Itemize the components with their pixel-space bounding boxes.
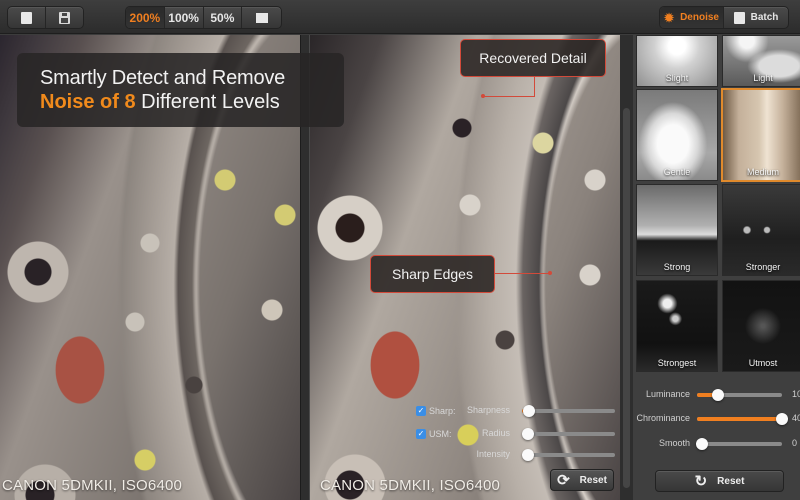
- headline-line2: Noise of 8 Different Levels: [40, 90, 344, 114]
- callout-leader-line: [495, 273, 550, 274]
- sharpness-slider[interactable]: [522, 405, 615, 417]
- level-label: Medium: [746, 167, 779, 177]
- level-label: Light: [753, 73, 773, 83]
- folder-icon: [733, 11, 745, 24]
- level-light[interactable]: Light: [722, 35, 800, 87]
- callout-leader-dot: [548, 271, 552, 275]
- zoom-50-button[interactable]: 50%: [204, 7, 243, 28]
- headline-banner: Smartly Detect and Remove Noise of 8 Dif…: [17, 53, 344, 127]
- denoise-reset-label: Reset: [717, 475, 745, 487]
- level-strong[interactable]: Strong: [636, 184, 718, 276]
- level-utmost[interactable]: Utmost: [722, 280, 800, 372]
- slider-knob[interactable]: [522, 428, 534, 440]
- save-icon: [58, 11, 70, 24]
- luminance-label: Luminance: [645, 389, 690, 399]
- tab-denoise[interactable]: ✹ Denoise: [660, 7, 724, 28]
- fit-screen-button[interactable]: [242, 7, 281, 28]
- luminance-value: 10: [792, 389, 800, 399]
- save-button[interactable]: [46, 7, 84, 28]
- open-button[interactable]: [8, 7, 46, 28]
- intensity-slider[interactable]: [522, 449, 615, 461]
- smooth-value: 0: [792, 438, 798, 448]
- sharp-checkbox[interactable]: ✓: [416, 406, 426, 416]
- file-button-group: [7, 6, 84, 29]
- scrollbar-thumb[interactable]: [623, 108, 630, 488]
- fit-screen-icon: [255, 12, 268, 23]
- smooth-slider[interactable]: [696, 438, 782, 450]
- level-medium[interactable]: Medium: [721, 88, 800, 182]
- refresh-icon: ↻: [694, 473, 708, 490]
- tab-batch-label: Batch: [750, 12, 779, 23]
- luminance-slider[interactable]: [697, 389, 782, 401]
- chrominance-slider[interactable]: [697, 413, 788, 425]
- caption-original: CANON 5DMKII, ISO6400: [2, 477, 183, 494]
- chrominance-label: Chrominance: [636, 413, 690, 423]
- zoom-button-group: 200% 100% 50%: [125, 6, 282, 29]
- level-gentle[interactable]: Gentle: [636, 89, 718, 181]
- headline-accent: Noise of 8: [40, 91, 136, 113]
- level-label: Stronger: [745, 262, 781, 272]
- slider-knob[interactable]: [696, 438, 708, 450]
- toolbar: 200% 100% 50% ✹ Denoise Batch: [0, 0, 800, 34]
- caption-denoised: CANON 5DMKII, ISO6400: [320, 477, 501, 494]
- tab-batch[interactable]: Batch: [724, 7, 788, 28]
- slider-fill: [697, 417, 782, 421]
- app-window: 200% 100% 50% ✹ Denoise Batch Smartly De…: [0, 0, 800, 500]
- level-label: Slight: [665, 73, 689, 83]
- level-label: Strongest: [657, 358, 697, 368]
- level-slight[interactable]: Slight: [636, 35, 718, 87]
- usm-checkbox[interactable]: ✓: [416, 429, 426, 439]
- level-label: Utmost: [748, 358, 778, 368]
- callout-recovered-detail: Recovered Detail: [460, 39, 606, 77]
- radius-slider[interactable]: [522, 428, 615, 440]
- denoise-reset-button[interactable]: ↻ Reset: [655, 470, 784, 492]
- headline-rest: Different Levels: [135, 91, 280, 113]
- slider-knob[interactable]: [776, 413, 788, 425]
- intensity-label: Intensity: [476, 449, 510, 459]
- refresh-icon: ⟳: [557, 472, 570, 489]
- callout-leader-dot: [481, 94, 485, 98]
- headline-line1: Smartly Detect and Remove: [40, 67, 286, 89]
- callout-leader-line: [534, 77, 535, 97]
- smooth-label: Smooth: [658, 438, 690, 448]
- denoise-level-panel: Slight Light Gentle Medium Strong Strong…: [633, 35, 800, 500]
- slider-knob[interactable]: [522, 449, 534, 461]
- gear-icon: ✹: [664, 10, 675, 25]
- callout-sharp-edges: Sharp Edges: [370, 255, 495, 293]
- folder-icon: [20, 11, 32, 24]
- mode-tabs: ✹ Denoise Batch: [659, 6, 789, 29]
- zoom-200-button[interactable]: 200%: [126, 7, 165, 28]
- chrominance-value: 40: [792, 413, 800, 423]
- level-stronger[interactable]: Stronger: [722, 184, 800, 276]
- level-strongest[interactable]: Strongest: [636, 280, 718, 372]
- radius-label: Radius: [481, 428, 510, 438]
- sharpness-label: Sharpness: [466, 405, 510, 415]
- level-label: Gentle: [663, 167, 691, 177]
- sharpen-reset-label: Reset: [579, 474, 607, 486]
- sharpen-reset-button[interactable]: ⟳ Reset: [550, 469, 614, 491]
- tab-denoise-label: Denoise: [680, 12, 719, 23]
- zoom-100-button[interactable]: 100%: [165, 7, 204, 28]
- callout-leader-line: [483, 96, 535, 97]
- level-label: Strong: [663, 262, 691, 272]
